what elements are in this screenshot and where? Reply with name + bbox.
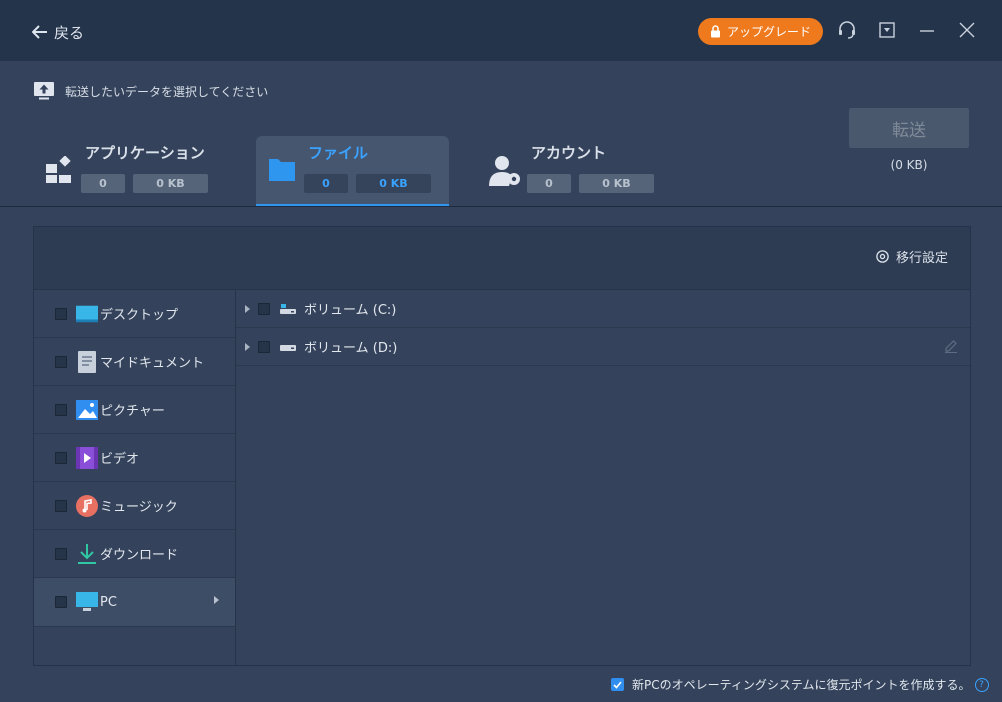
close-icon[interactable] [956,19,978,41]
lock-icon [710,25,720,38]
sidebar-item-documents[interactable]: マイドキュメント [34,338,235,386]
tab-applications[interactable]: アプリケーション 0 0 KB [33,136,223,204]
system-drive-icon [280,302,296,316]
expand-arrow-icon[interactable] [244,342,252,351]
checkbox[interactable] [55,499,67,512]
restore-point-checkbox[interactable] [611,678,624,691]
arrow-left-icon [32,25,47,39]
restore-point-label: 新PCのオペレーティングシステムに復元ポイントを作成する。 [632,678,971,692]
tab-size: 0 KB [356,174,431,193]
checkbox[interactable] [258,302,270,315]
tab-count: 0 [81,174,125,193]
drive-row-d[interactable]: ボリューム (D:) [236,328,970,366]
pc-icon [76,591,98,613]
selection-header: 転送したいデータを選択してください アプリケーション 0 0 KB ファイル 0… [0,61,1002,207]
tab-accounts[interactable]: アカウント 0 0 KB [479,136,669,204]
restore-point-option: 新PCのオペレーティングシステムに復元ポイントを作成する。 ? [611,676,989,693]
expand-arrow-icon[interactable] [244,304,252,313]
checkbox[interactable] [55,307,67,320]
user-settings-icon [489,156,520,186]
transfer-size: (0 KB) [890,158,928,172]
folder-sidebar: デスクトップ マイドキュメント ピクチャー ビデオ ミュージック ダウンロード … [34,290,236,665]
settings-label: 移行設定 [895,251,948,266]
drive-row-c[interactable]: ボリューム (C:) [236,290,970,328]
checkbox[interactable] [55,596,67,608]
sidebar-item-downloads[interactable]: ダウンロード [34,530,235,578]
document-icon [76,350,98,373]
panel-toolbar: 移行設定 [34,227,970,290]
migration-settings-button[interactable]: 移行設定 [875,247,948,266]
checkbox[interactable] [258,340,270,353]
app-window: 戻る アップグレード 転送したいデータを選択してください アプリケーション 0 [0,0,1002,702]
minimize-icon[interactable] [916,19,938,41]
chevron-right-icon [214,596,219,604]
sidebar-item-music[interactable]: ミュージック [34,482,235,530]
checkbox[interactable] [55,547,67,560]
drive-tree: ボリューム (C:) ボリューム (D:) [236,290,970,665]
tab-label: ファイル [308,144,369,162]
gear-icon [876,250,889,263]
check-icon [613,680,622,689]
sidebar-item-videos[interactable]: ビデオ [34,434,235,482]
video-icon [76,446,98,469]
upgrade-label: アップグレード [726,25,811,39]
tab-count: 0 [527,174,571,193]
tab-count: 0 [304,174,348,193]
sidebar-item-pc[interactable]: PC [34,578,235,627]
checkbox[interactable] [55,403,67,416]
picture-icon [76,399,98,421]
sidebar-item-pictures[interactable]: ピクチャー [34,386,235,434]
dropdown-menu-icon[interactable] [876,19,898,41]
back-label: 戻る [54,23,85,42]
checkbox[interactable] [55,355,67,368]
music-icon [76,494,98,517]
tab-size: 0 KB [133,174,208,193]
sidebar-item-desktop[interactable]: デスクトップ [34,290,235,338]
title-bar: 戻る アップグレード [0,0,1002,61]
support-icon[interactable] [836,19,858,41]
tab-size: 0 KB [579,174,654,193]
upload-monitor-icon [34,82,54,100]
apps-icon [46,156,71,183]
folder-icon [269,159,295,181]
tab-files[interactable]: ファイル 0 0 KB [256,136,449,206]
file-selection-panel: 移行設定 デスクトップ マイドキュメント ピクチャー ビデオ ミュージック ダウ… [33,226,971,666]
help-icon[interactable]: ? [974,677,989,692]
transfer-button[interactable]: 転送 [849,108,969,148]
select-prompt: 転送したいデータを選択してください [33,81,268,101]
upgrade-button[interactable]: アップグレード [698,18,823,45]
back-button[interactable]: 戻る [32,20,84,44]
edit-icon[interactable] [944,339,958,353]
download-icon [76,543,98,565]
drive-icon [280,340,296,354]
checkbox[interactable] [55,451,67,464]
tab-label: アプリケーション [85,144,205,162]
tab-label: アカウント [531,144,607,162]
desktop-icon [76,303,98,325]
